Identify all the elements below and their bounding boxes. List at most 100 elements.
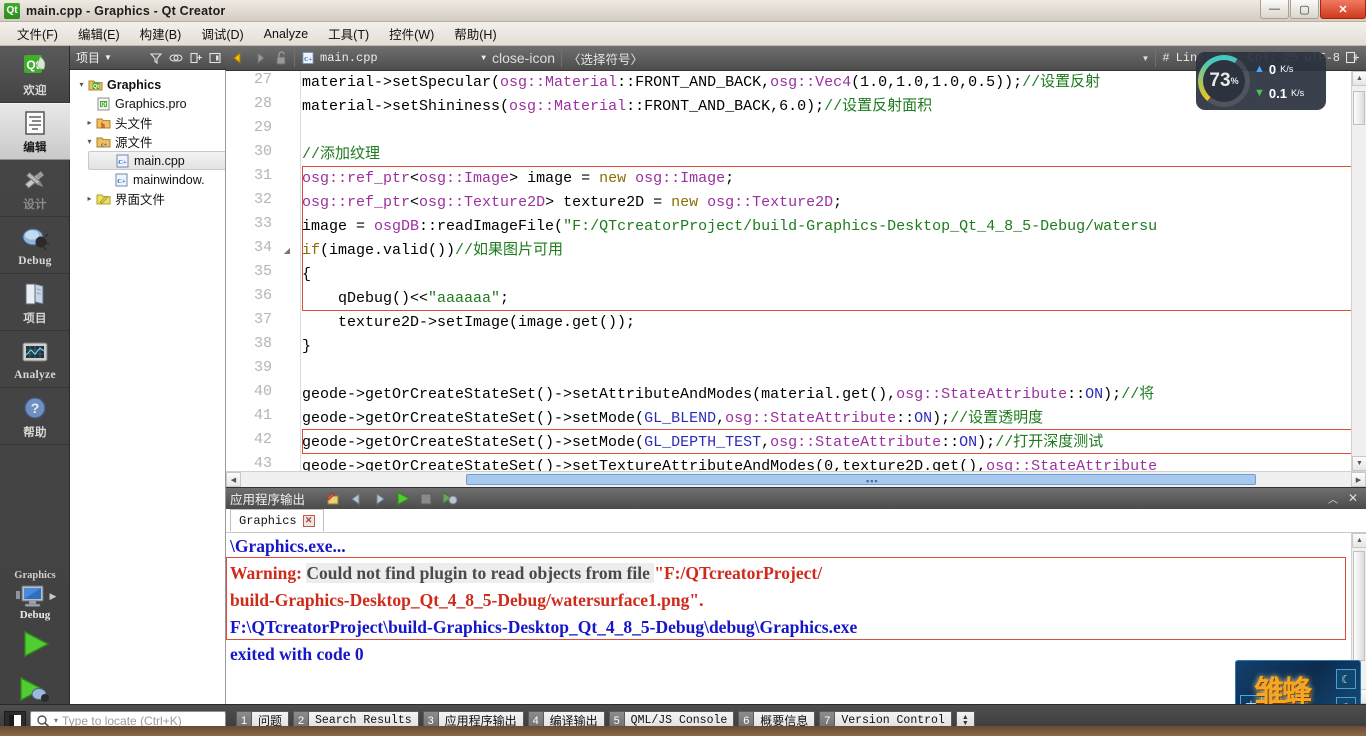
tree-node-graphics-pro[interactable]: Qt Graphics.pro (70, 94, 225, 113)
mode-analyze-label: Analyze (14, 368, 56, 381)
maximize-button[interactable]: ▢ (1290, 0, 1319, 19)
code-line: if(image.valid())//如果图片可用 (302, 239, 563, 263)
system-monitor-widget[interactable]: 73% ▲ 0 K/s ▼ 0.1 K/s (1196, 52, 1326, 110)
menu-window[interactable]: 控件(W) (380, 21, 443, 46)
code-token: osg::Material (509, 98, 627, 115)
editor-horizontal-scrollbar[interactable]: ◀ ▪▪▪ ▶ (226, 471, 1366, 487)
folder-ui-icon (95, 191, 112, 206)
close-panel-icon[interactable] (209, 52, 221, 64)
tree-node-graphics[interactable]: ▾ Qt Graphics (70, 75, 225, 94)
menu-help[interactable]: 帮助(H) (445, 21, 505, 46)
scroll-right-arrow[interactable]: ▶ (1351, 472, 1366, 487)
output-filter-icon[interactable] (325, 491, 341, 506)
qt-project-icon: Qt (87, 77, 104, 92)
code-token: ON (1085, 386, 1104, 403)
tree-node-main-cpp[interactable]: C+ main.cpp (88, 151, 225, 170)
mode-design[interactable]: 设计 (0, 160, 70, 217)
tree-node-mainwindow-cpp[interactable]: C+ mainwindow. (88, 170, 225, 189)
nav-back-icon[interactable] (230, 50, 246, 66)
code-line: image = osgDB::readImageFile("F:/QTcreat… (302, 215, 1157, 239)
menu-file[interactable]: 文件(F) (8, 21, 67, 46)
moon-icon[interactable]: ☾ (1336, 669, 1356, 689)
rerun-icon[interactable] (395, 491, 411, 506)
folder-cpp-icon: c+ (95, 134, 112, 149)
cpu-gauge-value: 73% (1198, 55, 1250, 107)
current-file-selector[interactable]: C+ main.cpp ▼ (301, 51, 486, 65)
svg-text:?: ? (31, 400, 40, 416)
split-editor-icon[interactable] (1346, 51, 1360, 65)
close-icon[interactable]: close-icon (492, 50, 555, 66)
twisty-icon[interactable]: ▾ (84, 137, 95, 146)
code-token: "F:/QTcreatorProject/build-Graphics-Desk… (563, 218, 1158, 235)
code-line: geode->getOrCreateStateSet()->setTexture… (302, 455, 1157, 471)
scroll-thumb[interactable] (1353, 551, 1365, 661)
kit-selector[interactable]: ▶ (0, 581, 70, 609)
mode-welcome[interactable]: Qt 欢迎 (0, 46, 70, 103)
twisty-icon[interactable]: ▸ (84, 194, 95, 203)
scroll-up-arrow[interactable]: ▲ (1352, 71, 1366, 86)
code-line: geode->getOrCreateStateSet()->setMode(GL… (302, 407, 1043, 431)
scroll-up-arrow[interactable]: ▲ (1352, 533, 1366, 548)
mode-edit[interactable]: 编辑 (0, 103, 70, 160)
code-editor[interactable]: 27 material->setSpecular(osg::Material::F… (226, 71, 1366, 471)
filter-icon[interactable] (150, 52, 162, 64)
next-item-icon[interactable] (372, 492, 387, 506)
scroll-thumb[interactable] (466, 474, 1256, 485)
chevron-down-icon[interactable]: ▼ (104, 53, 112, 62)
menu-tools[interactable]: 工具(T) (319, 21, 378, 46)
code-token: geode->getOrCreateStateSet()->setMode( (302, 434, 645, 451)
link-sync-icon[interactable] (169, 52, 183, 64)
tree-node-sources[interactable]: ▾ c+ 源文件 (70, 132, 225, 151)
attach-debugger-icon[interactable] (441, 491, 458, 506)
code-line: { (302, 263, 311, 287)
scroll-thumb[interactable] (1353, 91, 1365, 125)
mode-projects[interactable]: 项目 (0, 274, 70, 331)
chevron-down-icon[interactable]: ▼ (481, 54, 486, 63)
desktop-taskbar-strip (0, 726, 1366, 736)
menu-analyze[interactable]: Analyze (255, 24, 317, 44)
tree-label: Graphics (107, 77, 162, 92)
close-pane-icon[interactable]: ✕ (1348, 491, 1358, 506)
editor-vertical-scrollbar[interactable]: ▲ ▼ (1351, 71, 1366, 471)
menu-debug[interactable]: 调试(D) (192, 21, 252, 46)
scroll-down-arrow[interactable]: ▼ (1352, 456, 1366, 471)
code-token: < (410, 170, 420, 187)
output-segment: build-Graphics-Desktop_Qt_4_8_5-Debug/wa… (230, 590, 704, 610)
minimize-button[interactable]: — (1260, 0, 1289, 19)
run-button[interactable] (0, 621, 70, 667)
tree-node-headers[interactable]: ▸ h 头文件 (70, 113, 225, 132)
hash-icon: # (1162, 51, 1170, 65)
line-number: 29 (253, 119, 272, 136)
mode-debug[interactable]: Debug (0, 217, 70, 274)
code-token: osg::Material (500, 74, 618, 91)
kit-chevron-icon: ▶ (49, 590, 57, 601)
menu-edit[interactable]: 编辑(E) (69, 21, 129, 46)
output-text-area[interactable]: \Graphics.exe... Warning: Could not find … (226, 533, 1366, 704)
stop-icon[interactable] (419, 492, 433, 506)
mode-help[interactable]: ? 帮助 (0, 388, 70, 445)
code-token: image = (302, 218, 375, 235)
line-number: 27 (253, 71, 272, 88)
symbol-selector[interactable]: 〈选择符号〉 (568, 49, 1135, 68)
fold-marker-icon[interactable]: ◢ (282, 239, 292, 263)
line-number: 40 (253, 383, 272, 400)
locator-filter-chevron-icon[interactable]: ▾ (54, 716, 58, 725)
unlocked-icon[interactable] (274, 50, 288, 66)
output-line: build-Graphics-Desktop_Qt_4_8_5-Debug/wa… (226, 587, 1366, 614)
tree-node-forms[interactable]: ▸ 界面文件 (70, 189, 225, 208)
nav-forward-icon[interactable] (252, 50, 268, 66)
close-icon[interactable]: ✕ (302, 514, 315, 527)
split-add-icon[interactable] (190, 52, 202, 64)
output-segment: exited with code 0 (230, 644, 364, 664)
close-button[interactable]: ✕ (1320, 0, 1366, 19)
mode-analyze[interactable]: Analyze (0, 331, 70, 388)
menu-build[interactable]: 构建(B) (131, 21, 191, 46)
chevron-down-icon[interactable]: ▼ (1141, 54, 1149, 63)
prev-item-icon[interactable] (349, 492, 364, 506)
tree-label: mainwindow. (133, 172, 205, 187)
maximize-pane-icon[interactable]: ︿ (1328, 491, 1338, 506)
twisty-icon[interactable]: ▾ (76, 80, 87, 89)
twisty-icon[interactable]: ▸ (84, 118, 95, 127)
scroll-left-arrow[interactable]: ◀ (226, 472, 241, 487)
output-tab-graphics[interactable]: Graphics ✕ (230, 509, 324, 532)
